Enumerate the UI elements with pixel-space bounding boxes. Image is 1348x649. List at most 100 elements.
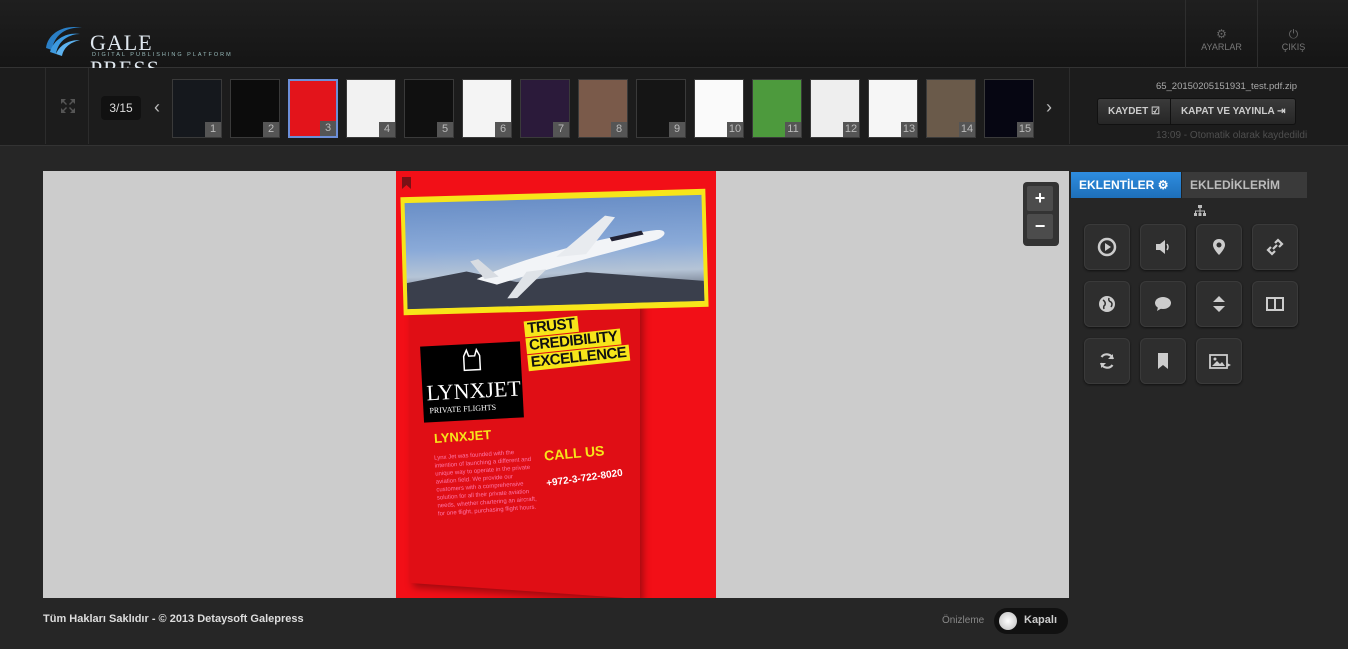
page-preview[interactable]: TRUST CREDIBILITY EXCELLENCE LYNXJET PRI… [396,171,716,598]
link-icon [1266,238,1284,256]
hero-image-frame [400,188,709,316]
preview-label: Önizleme [942,615,985,626]
chevron-right-icon: › [1046,97,1052,117]
app-header: GALE PRESS DIGITAL PUBLISHING PLATFORM ⚙… [0,0,1348,81]
thumbnail-page-number: 5 [437,122,453,137]
tab-added[interactable]: EKLEDİKLERİM [1181,172,1307,216]
thumbnail-page-number: 12 [843,122,859,137]
map-pin-icon [1213,239,1225,255]
zoom-in-button[interactable]: + [1027,186,1053,211]
page-thumbnail[interactable]: 7 [520,79,570,138]
video-tool[interactable] [1084,224,1130,270]
thumbnail-page-number: 14 [959,122,975,137]
tooltip-icon [1155,297,1171,311]
audio-icon [1156,240,1169,254]
publish-button-group: KAYDET ☑ KAPAT VE YAYINLA ⇥ [1097,98,1297,125]
page-thumbnail[interactable]: 8 [578,79,628,138]
page-thumbnail[interactable]: 6 [462,79,512,138]
lynx-icon [462,347,482,372]
tagline: TRUST CREDIBILITY EXCELLENCE [523,311,631,372]
check-icon: ☑ [1150,106,1160,117]
save-label: KAYDET [1108,106,1149,117]
jet-image [404,194,705,310]
content-body: Lynx Jet was founded with the intention … [433,450,537,518]
thumbnail-page-number: 13 [901,122,917,137]
lynxjet-logo: LYNXJET PRIVATE FLIGHTS [420,341,524,423]
thumbnail-page-number: 11 [785,122,801,137]
bookmark-tool[interactable] [1140,338,1186,384]
scroller-icon [1213,296,1225,312]
save-button[interactable]: KAYDET ☑ [1097,98,1171,125]
thumbnail-page-number: 7 [553,122,569,137]
page-thumbnail[interactable]: 11 [752,79,802,138]
page-thumbnail[interactable]: 1 [172,79,222,138]
toggle-knob [999,612,1017,630]
zoom-controls: + − [1023,182,1059,246]
logout-button[interactable]: ⏻ ÇIKIŞ [1257,0,1329,68]
tab-added-label: EKLEDİKLERİM [1190,178,1280,192]
animation-tool[interactable] [1084,338,1130,384]
expand-icon [61,99,75,113]
next-page-button[interactable]: › [1041,96,1057,120]
page-thumbnail[interactable]: 10 [694,79,744,138]
page-thumbnail-bar: 3/15 ‹ 1 2 3 4 5 6 7 8 9 10 11 12 13 14 15 › 65_201502… [0,68,1348,146]
thumbnail-page-number: 4 [379,122,395,137]
file-name: 65_20150205151931_test.pdf.zip [1155,81,1297,92]
page-counter: 3/15 [101,96,141,120]
thumbnail-page-number: 10 [727,122,743,137]
thumbnail-page-number: 8 [611,122,627,137]
preview-state: Kapalı [1024,614,1058,626]
autosave-status: 13:09 - Otomatik olarak kaydedildi [1156,130,1308,141]
tab-plugins-label: EKLENTİLER [1079,178,1155,192]
bookmark-icon [402,177,411,189]
brand-subtitle: DIGITAL PUBLISHING PLATFORM [92,52,233,58]
slideshow-icon [1266,297,1284,311]
page-thumbnail[interactable]: 14 [926,79,976,138]
publish-panel: 65_20150205151931_test.pdf.zip KAYDET ☑ … [1069,68,1348,144]
logout-label: ÇIKIŞ [1281,42,1306,52]
page-editor-canvas[interactable]: TRUST CREDIBILITY EXCELLENCE LYNXJET PRI… [43,171,1069,598]
link-tool[interactable] [1252,224,1298,270]
fullscreen-button[interactable] [45,68,89,144]
copyright-text: Tüm Hakları Saklıdır - © 2013 Detaysoft … [43,613,304,625]
thumbnail-page-number: 3 [320,121,336,136]
thumbnail-page-number: 1 [205,122,221,137]
jet-illustration [406,215,705,310]
exit-icon: ⇥ [1277,106,1286,117]
zoom-out-button[interactable]: − [1027,214,1053,239]
gallery-icon [1209,354,1231,369]
tab-plugins[interactable]: EKLENTİLER ⚙ [1071,172,1181,198]
bookmark-icon [1158,353,1168,369]
gallery-tool[interactable] [1196,338,1242,384]
thumbnail-page-number: 2 [263,122,279,137]
page-thumbnail[interactable]: 12 [810,79,860,138]
page-thumbnail[interactable]: 9 [636,79,686,138]
preview-toggle[interactable]: Kapalı [994,608,1068,634]
page-thumbnail[interactable]: 13 [868,79,918,138]
page-thumbnail[interactable]: 4 [346,79,396,138]
page-thumbnail[interactable]: 15 [984,79,1034,138]
close-publish-label: KAPAT VE YAYINLA [1180,106,1275,117]
video-icon [1097,237,1117,257]
sidebar-tabs: EKLENTİLER ⚙ EKLEDİKLERİM [1071,172,1307,216]
animation-icon [1099,353,1115,369]
gear-icon: ⚙ [1216,27,1227,41]
chevron-left-icon: ‹ [154,97,160,117]
audio-tool[interactable] [1140,224,1186,270]
sitemap-icon [1194,205,1206,216]
settings-button[interactable]: ⚙ AYARLAR [1185,0,1257,68]
tooltip-tool[interactable] [1140,281,1186,327]
close-and-publish-button[interactable]: KAPAT VE YAYINLA ⇥ [1170,98,1297,125]
thumbnail-page-number: 15 [1017,122,1033,137]
scroller-tool[interactable] [1196,281,1242,327]
slideshow-tool[interactable] [1252,281,1298,327]
brand-logo[interactable]: GALE PRESS DIGITAL PUBLISHING PLATFORM [40,20,231,81]
web-tool[interactable] [1084,281,1130,327]
prev-page-button[interactable]: ‹ [149,96,165,120]
page-thumbnail[interactable]: 5 [404,79,454,138]
thumbnail-page-number: 6 [495,122,511,137]
page-thumbnail[interactable]: 2 [230,79,280,138]
page-thumbnail[interactable]: 3 [288,79,338,138]
settings-label: AYARLAR [1201,42,1242,52]
map-tool[interactable] [1196,224,1242,270]
